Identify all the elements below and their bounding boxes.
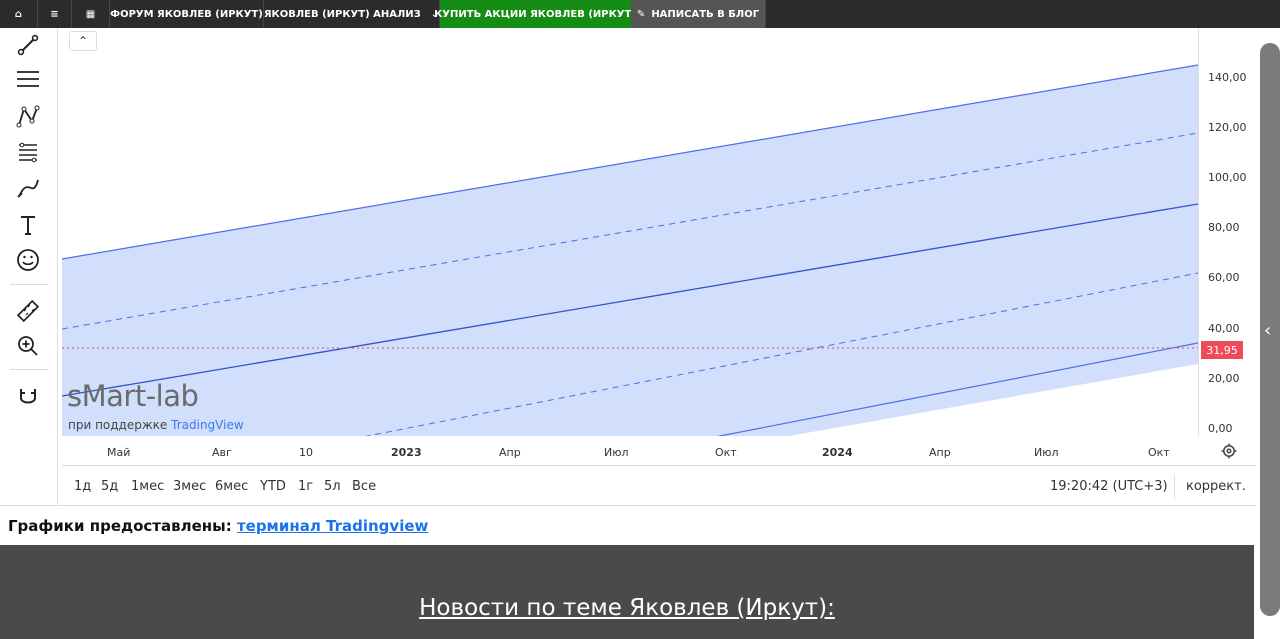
smartlab-watermark: sMart-lab xyxy=(67,379,199,413)
edit-icon: ✎ xyxy=(636,8,646,20)
correction-button[interactable]: коррект. xyxy=(1186,479,1246,494)
time-label: 2023 xyxy=(391,446,422,459)
trend-line-tool[interactable] xyxy=(11,28,45,62)
fibonacci-icon xyxy=(19,142,37,163)
time-label: Июл xyxy=(1034,446,1059,459)
price-label: 80,00 xyxy=(1208,221,1240,234)
zoom-tool[interactable] xyxy=(11,329,45,363)
zoom-icon xyxy=(18,336,38,356)
line-icon xyxy=(17,34,39,56)
parallel-channel-tool[interactable] xyxy=(11,62,45,96)
time-label: Июл xyxy=(604,446,629,459)
drawing-toolbar xyxy=(0,28,58,505)
grid-button[interactable]: ▦ xyxy=(72,0,110,28)
time-label: 10 xyxy=(299,446,313,459)
settings-icon[interactable] xyxy=(1220,442,1238,460)
range-5d-button[interactable]: 5д xyxy=(101,479,118,494)
price-chart-area[interactable] xyxy=(62,28,1198,436)
brush-tool[interactable] xyxy=(11,171,45,205)
price-label: 0,00 xyxy=(1208,422,1233,435)
write-blog-link[interactable]: ✎ НАПИСАТЬ В БЛОГ xyxy=(631,0,766,28)
chart-clock[interactable]: 19:20:42 (UTC+3) xyxy=(1050,479,1168,494)
toolbar-divider xyxy=(10,284,48,285)
chevron-up-icon: ⌃ xyxy=(77,34,89,48)
price-label: 60,00 xyxy=(1208,271,1240,284)
chart-source-line: Графики предоставлены: терминал Tradingv… xyxy=(8,517,429,535)
pattern-tool[interactable] xyxy=(11,100,45,134)
news-title[interactable]: Новости по теме Яковлев (Иркут): xyxy=(0,595,1254,621)
price-label: 140,00 xyxy=(1208,71,1247,84)
range-1m-button[interactable]: 1мес xyxy=(131,479,164,494)
news-section: Новости по теме Яковлев (Иркут): xyxy=(0,545,1254,639)
grid-icon: ▦ xyxy=(85,8,96,20)
time-label: Апр xyxy=(499,446,521,459)
range-1y-button[interactable]: 1г xyxy=(298,479,313,494)
parallel-channel-icon xyxy=(17,71,39,87)
time-label: Апр xyxy=(929,446,951,459)
menu-icon: ≡ xyxy=(50,8,59,20)
chevron-left-icon: ‹ xyxy=(1264,320,1272,341)
home-button[interactable]: ⌂ xyxy=(0,0,38,28)
range-all-button[interactable]: Все xyxy=(352,479,376,494)
time-label: Авг xyxy=(212,446,232,459)
time-label: Окт xyxy=(715,446,737,459)
top-navigation: ⌂ ≡ ▦ ФОРУМ ЯКОВЛЕВ (ИРКУТ) ЯКОВЛЕВ (ИРК… xyxy=(0,0,1280,28)
analysis-dropdown[interactable]: ЯКОВЛЕВ (ИРКУТ) АНАЛИЗ ⌄ xyxy=(264,0,440,28)
price-label: 40,00 xyxy=(1208,322,1240,335)
range-6m-button[interactable]: 6мес xyxy=(215,479,248,494)
toolbar-divider xyxy=(10,369,48,370)
current-price-badge: 31,95 xyxy=(1201,341,1243,359)
range-5y-button[interactable]: 5л xyxy=(324,479,341,494)
tradingview-terminal-link[interactable]: терминал Tradingview xyxy=(237,517,428,535)
menu-button[interactable]: ≡ xyxy=(38,0,72,28)
range-3m-button[interactable]: 3мес xyxy=(173,479,206,494)
magnet-tool[interactable] xyxy=(11,381,45,415)
price-scale: 140,00 120,00 100,00 80,00 60,00 40,00 2… xyxy=(1198,28,1256,436)
fibonacci-tool[interactable] xyxy=(11,135,45,169)
range-ytd-button[interactable]: YTD xyxy=(260,479,286,494)
buy-shares-link[interactable]: КУПИТЬ АКЦИИ ЯКОВЛЕВ (ИРКУТ) xyxy=(434,0,636,28)
smile-icon xyxy=(17,249,39,271)
ruler-icon xyxy=(16,299,40,323)
text-tool[interactable] xyxy=(11,208,45,242)
forum-link[interactable]: ФОРУМ ЯКОВЛЕВ (ИРКУТ) xyxy=(110,0,264,28)
tradingview-support: при поддержке TradingView xyxy=(68,418,244,432)
price-label: 100,00 xyxy=(1208,171,1247,184)
text-icon xyxy=(21,216,35,235)
brush-icon xyxy=(17,179,39,198)
price-label: 120,00 xyxy=(1208,121,1247,134)
ruler-tool[interactable] xyxy=(11,294,45,328)
chart-channel xyxy=(62,64,1198,436)
time-scale: Май Авг 10 2023 Апр Июл Окт 2024 Апр Июл… xyxy=(62,436,1198,464)
time-label: Окт xyxy=(1148,446,1170,459)
emoji-tool[interactable] xyxy=(11,243,45,277)
time-label: 2024 xyxy=(822,446,853,459)
collapse-chart-button[interactable]: ⌃ xyxy=(69,31,97,51)
home-icon: ⌂ xyxy=(14,8,23,20)
magnet-icon xyxy=(20,389,36,404)
price-label: 20,00 xyxy=(1208,372,1240,385)
channel-fill xyxy=(62,65,1198,436)
time-label: Май xyxy=(107,446,131,459)
pattern-icon xyxy=(16,105,40,128)
chart-range-controls: 1д 5д 1мес 3мес 6мес YTD 1г 5л Все 19:20… xyxy=(62,465,1256,505)
controls-divider xyxy=(1174,475,1175,499)
range-1d-button[interactable]: 1д xyxy=(74,479,91,494)
